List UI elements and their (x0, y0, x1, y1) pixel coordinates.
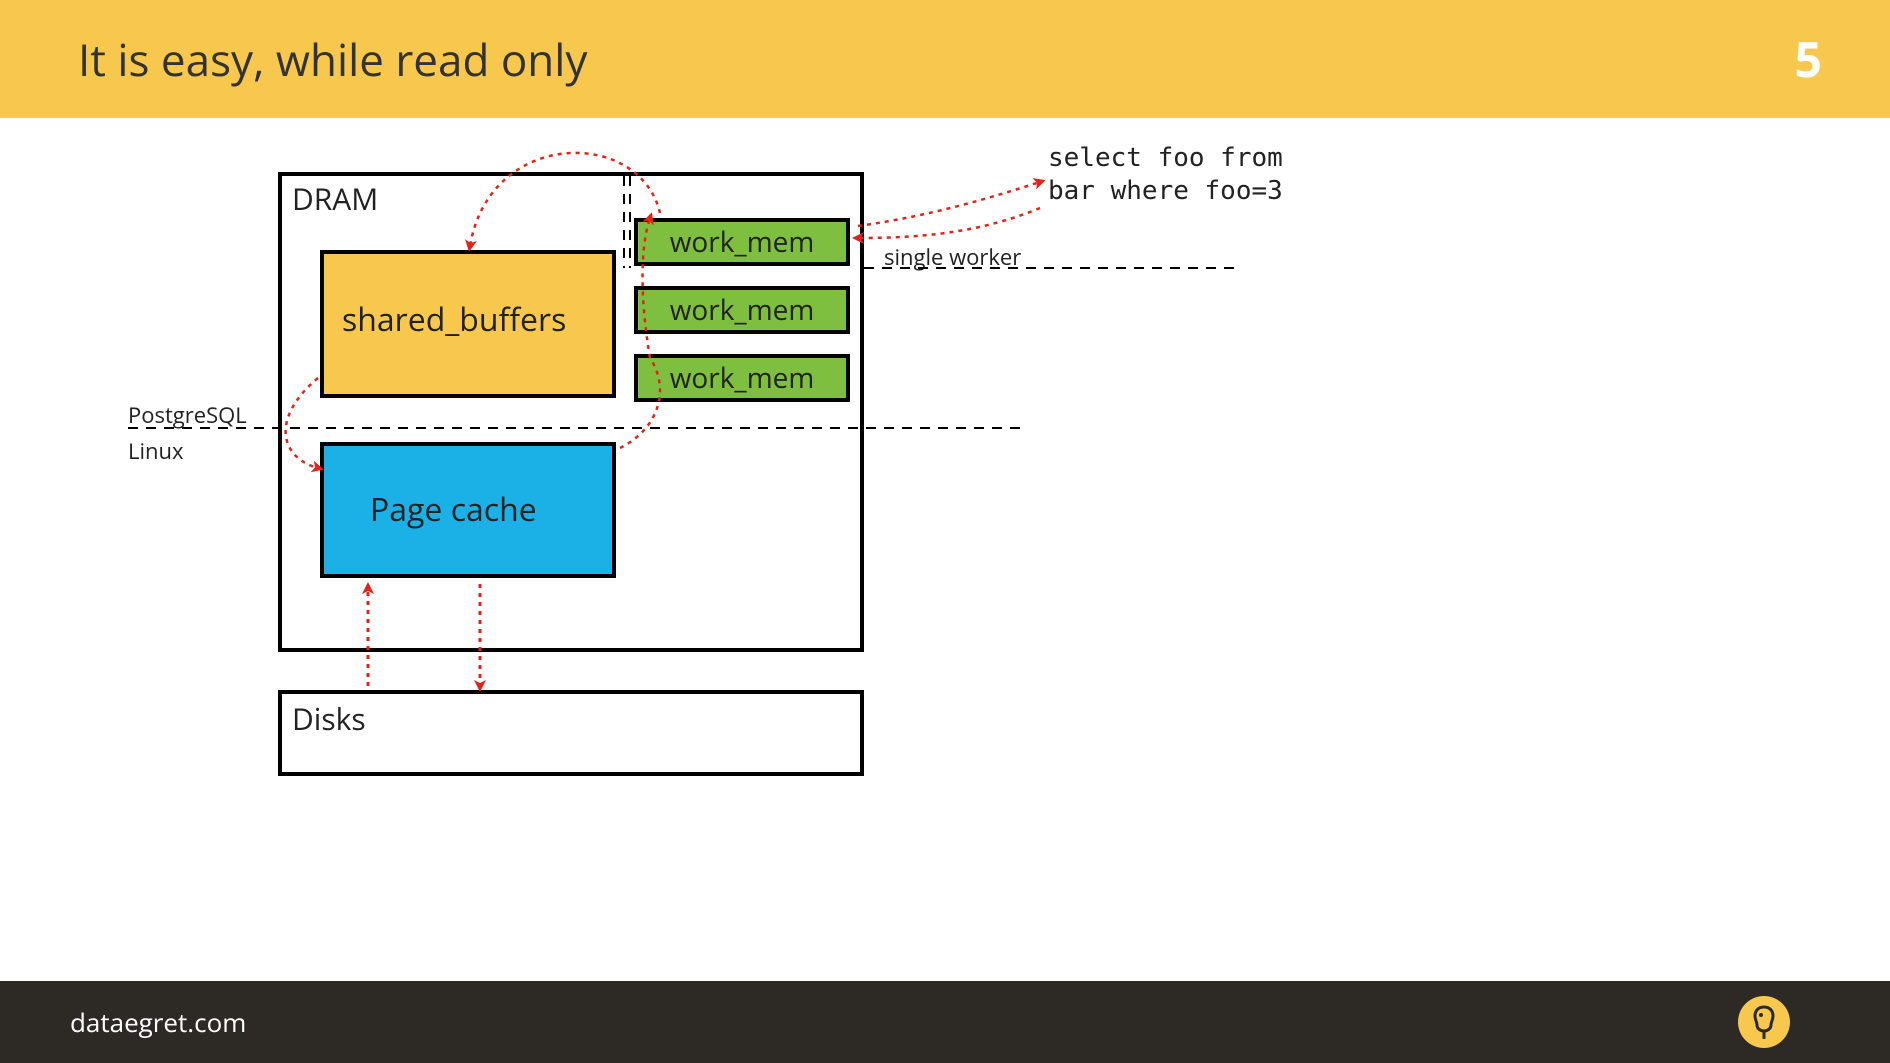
sql-query-text: select foo from bar where foo=3 (1048, 142, 1283, 207)
slide-header: It is easy, while read only 5 (0, 0, 1890, 118)
page-cache-label: Page cache (370, 488, 537, 531)
dram-label: DRAM (292, 178, 378, 219)
shared-buffers-label: shared_buffers (342, 298, 566, 341)
work-mem-label-2: work_mem (670, 291, 815, 329)
footer-site: dataegret.com (70, 1004, 246, 1040)
slide-number: 5 (1795, 27, 1822, 92)
company-logo-icon (1738, 996, 1790, 1048)
work-mem-box-1: work_mem (634, 218, 850, 266)
diagram-stage: DRAM shared_buffers Page cache work_mem … (0, 118, 1890, 981)
disks-label: Disks (292, 698, 366, 739)
postgresql-label: PostgreSQL (128, 400, 247, 430)
linux-label: Linux (128, 436, 184, 466)
work-mem-box-2: work_mem (634, 286, 850, 334)
single-worker-label: single worker (884, 242, 1021, 272)
work-mem-label-3: work_mem (670, 359, 815, 397)
work-mem-box-3: work_mem (634, 354, 850, 402)
slide-footer: dataegret.com (0, 981, 1890, 1063)
disks-box (278, 690, 864, 776)
slide-title: It is easy, while read only (78, 29, 587, 89)
work-mem-label-1: work_mem (670, 223, 815, 261)
